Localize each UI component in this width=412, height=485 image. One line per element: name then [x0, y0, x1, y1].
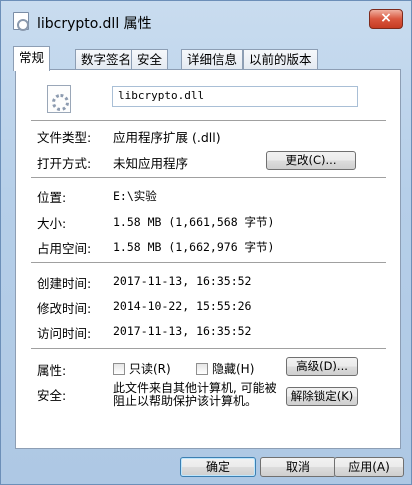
- opens-with-value: 未知应用程序: [113, 156, 189, 171]
- attributes-label: 属性:: [37, 363, 67, 378]
- tab-bar: 常规 数字签名 安全 详细信息 以前的版本: [13, 46, 401, 71]
- modified-label: 修改时间:: [37, 301, 92, 316]
- hidden-checkbox[interactable]: 隐藏(H): [196, 360, 254, 376]
- tab-previous-versions[interactable]: 以前的版本: [243, 49, 318, 70]
- size-value: 1.58 MB (1,661,568 字节): [113, 215, 275, 229]
- dll-file-icon: [47, 85, 71, 113]
- hidden-checkbox-label: 隐藏(H): [212, 362, 255, 376]
- size-on-disk-label: 占用空间:: [37, 241, 92, 256]
- checkbox-box[interactable]: [196, 363, 208, 375]
- created-label: 创建时间:: [37, 276, 92, 291]
- security-warning-text: 此文件来自其他计算机, 可能被阻止以帮助保护该计算机。: [113, 381, 277, 408]
- cancel-button[interactable]: 取消: [260, 457, 336, 477]
- tab-digital-signatures[interactable]: 数字签名: [75, 49, 138, 70]
- divider: [31, 177, 386, 179]
- location-value: E:\实验: [113, 189, 157, 203]
- dll-file-icon: [13, 12, 29, 31]
- apply-button[interactable]: 应用(A): [334, 457, 404, 477]
- file-type-label: 文件类型:: [37, 130, 92, 145]
- close-button[interactable]: ×: [369, 9, 403, 29]
- location-label: 位置:: [37, 190, 67, 205]
- general-panel: libcrypto.dll 文件类型: 应用程序扩展 (.dll) 打开方式: …: [15, 69, 401, 449]
- readonly-checkbox[interactable]: 只读(R): [113, 360, 171, 376]
- accessed-label: 访问时间:: [37, 326, 92, 341]
- filename-field[interactable]: libcrypto.dll: [112, 86, 358, 107]
- properties-dialog: libcrypto.dll 属性 × 常规 数字签名 安全 详细信息 以前的版本…: [0, 0, 412, 485]
- size-on-disk-value: 1.58 MB (1,662,976 字节): [113, 240, 275, 254]
- created-value: 2017-11-13, 16:35:52: [113, 274, 252, 288]
- modified-value: 2014-10-22, 15:55:26: [113, 299, 252, 313]
- tab-security[interactable]: 安全: [131, 49, 169, 70]
- opens-with-label: 打开方式:: [37, 156, 92, 171]
- unblock-button[interactable]: 解除锁定(K): [286, 387, 358, 406]
- title-bar: libcrypto.dll 属性 ×: [1, 1, 411, 41]
- accessed-value: 2017-11-13, 16:35:52: [113, 324, 252, 338]
- checkbox-box[interactable]: [113, 363, 125, 375]
- divider: [31, 348, 386, 350]
- window-title: libcrypto.dll 属性: [37, 16, 152, 32]
- size-label: 大小:: [37, 216, 67, 231]
- ok-button[interactable]: 确定: [180, 457, 256, 477]
- security-label: 安全:: [37, 388, 67, 403]
- divider: [31, 262, 386, 264]
- file-type-value: 应用程序扩展 (.dll): [113, 130, 221, 145]
- divider: [31, 120, 386, 122]
- change-button[interactable]: 更改(C)...: [266, 151, 356, 170]
- tab-general[interactable]: 常规: [13, 46, 51, 71]
- tab-details[interactable]: 详细信息: [181, 49, 244, 70]
- advanced-button[interactable]: 高级(D)...: [286, 357, 358, 376]
- readonly-checkbox-label: 只读(R): [129, 362, 171, 376]
